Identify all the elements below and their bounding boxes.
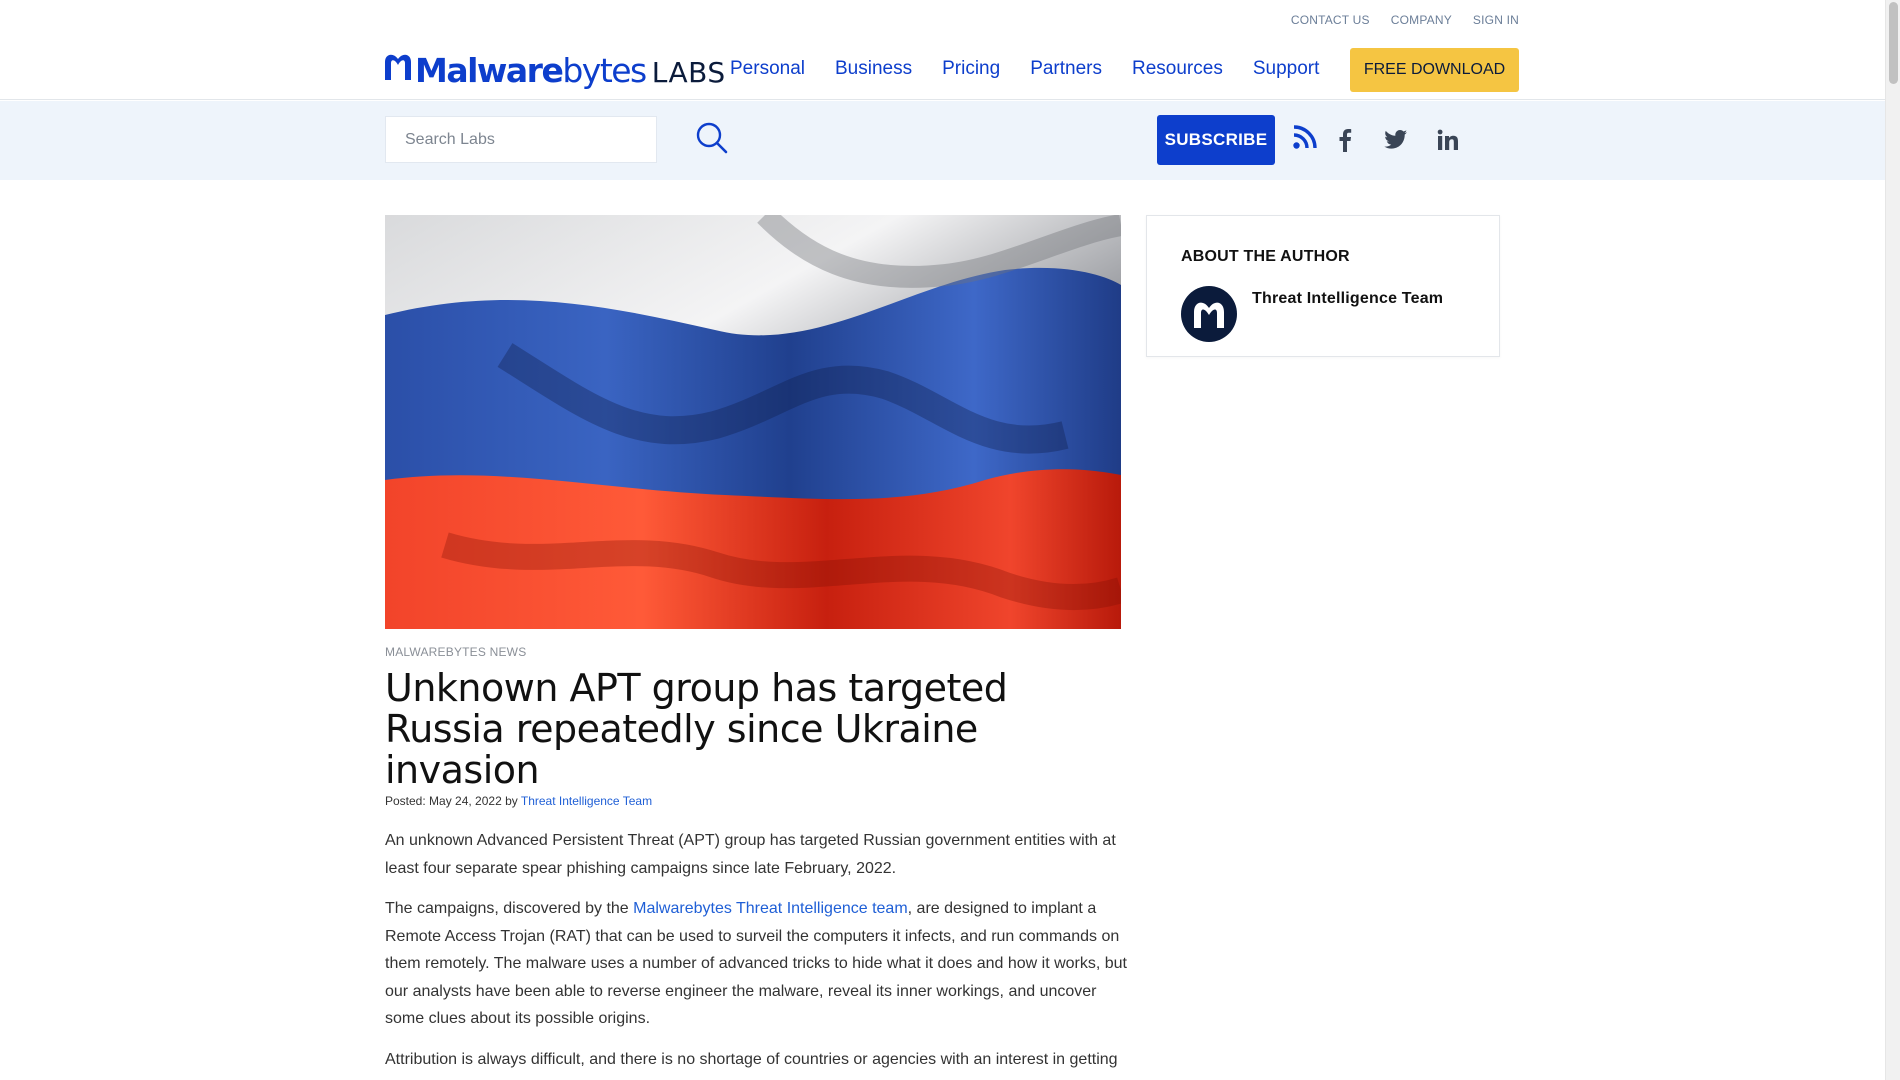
linkedin-link[interactable] bbox=[1431, 123, 1465, 157]
article-body: An unknown Advanced Persistent Threat (A… bbox=[385, 827, 1130, 1080]
scrollbar-thumb[interactable] bbox=[1889, 2, 1898, 84]
main-nav: Personal Business Pricing Partners Resou… bbox=[730, 58, 1349, 80]
avatar[interactable] bbox=[1181, 286, 1237, 342]
article-category: MALWAREBYTES NEWS bbox=[385, 645, 527, 659]
author-name-link[interactable]: Threat Intelligence Team bbox=[1252, 290, 1443, 308]
nav-business[interactable]: Business bbox=[835, 58, 912, 80]
article-title: Unknown APT group has targeted Russia re… bbox=[385, 666, 1008, 792]
posted-label: Posted: bbox=[385, 794, 430, 808]
twitter-icon bbox=[1384, 130, 1407, 149]
article-hero-image bbox=[385, 215, 1121, 629]
paragraph: An unknown Advanced Persistent Threat (A… bbox=[385, 832, 1116, 877]
contact-us-link[interactable]: CONTACT US bbox=[1291, 13, 1370, 27]
subscribe-button[interactable]: SUBSCRIBE bbox=[1157, 115, 1275, 165]
logo-wordmark: Malwarebytes bbox=[415, 51, 647, 90]
malwarebytes-m-icon bbox=[385, 54, 411, 80]
russian-flag-image bbox=[385, 215, 1121, 629]
nav-resources[interactable]: Resources bbox=[1132, 58, 1223, 80]
facebook-link[interactable] bbox=[1328, 123, 1362, 157]
logo-word-bold: Malware bbox=[415, 51, 564, 90]
post-date: May 24, 2022 bbox=[429, 794, 502, 808]
paragraph-text: , are designed to implant a Remote Acces… bbox=[385, 900, 1127, 1027]
logo-labs-suffix: LABS bbox=[651, 56, 726, 89]
rss-icon bbox=[1293, 125, 1317, 149]
malwarebytes-labs-logo[interactable]: Malwarebytes LABS bbox=[383, 50, 726, 90]
nav-pricing[interactable]: Pricing bbox=[942, 58, 1000, 80]
sign-in-link[interactable]: SIGN IN bbox=[1473, 13, 1519, 27]
about-author-heading: ABOUT THE AUTHOR bbox=[1181, 248, 1350, 265]
nav-personal[interactable]: Personal bbox=[730, 58, 805, 80]
malwarebytes-m-icon bbox=[1194, 302, 1224, 328]
twitter-link[interactable] bbox=[1379, 123, 1413, 157]
logo-word-light: bytes bbox=[562, 51, 647, 90]
nav-support[interactable]: Support bbox=[1253, 58, 1320, 80]
search-icon bbox=[696, 122, 728, 154]
threat-intelligence-team-link[interactable]: Malwarebytes Threat Intelligence team bbox=[633, 900, 908, 917]
free-download-button[interactable]: FREE DOWNLOAD bbox=[1350, 48, 1519, 92]
company-link[interactable]: COMPANY bbox=[1391, 13, 1452, 27]
search-input[interactable] bbox=[385, 116, 657, 163]
paragraph: The campaigns, discovered by the Malware… bbox=[385, 895, 1130, 1033]
author-link[interactable]: Threat Intelligence Team bbox=[521, 794, 652, 808]
article-meta: Posted: May 24, 2022 by Threat Intellige… bbox=[385, 794, 652, 808]
search-bar: SUBSCRIBE bbox=[0, 101, 1885, 180]
site-header: CONTACT US COMPANY SIGN IN Malwarebytes … bbox=[0, 0, 1885, 100]
nav-partners[interactable]: Partners bbox=[1030, 58, 1102, 80]
utility-links: CONTACT US COMPANY SIGN IN bbox=[1291, 13, 1519, 27]
by-label: by bbox=[501, 794, 521, 808]
linkedin-icon bbox=[1437, 129, 1458, 150]
about-author-card: ABOUT THE AUTHOR Threat Intelligence Tea… bbox=[1146, 215, 1500, 357]
paragraph-text: The campaigns, discovered by the bbox=[385, 900, 634, 917]
facebook-icon bbox=[1339, 129, 1352, 152]
rss-link[interactable] bbox=[1288, 120, 1322, 154]
page-scrollbar[interactable] bbox=[1885, 0, 1900, 1080]
search-button[interactable] bbox=[694, 121, 730, 157]
paragraph: Attribution is always difficult, and the… bbox=[385, 1050, 1118, 1068]
